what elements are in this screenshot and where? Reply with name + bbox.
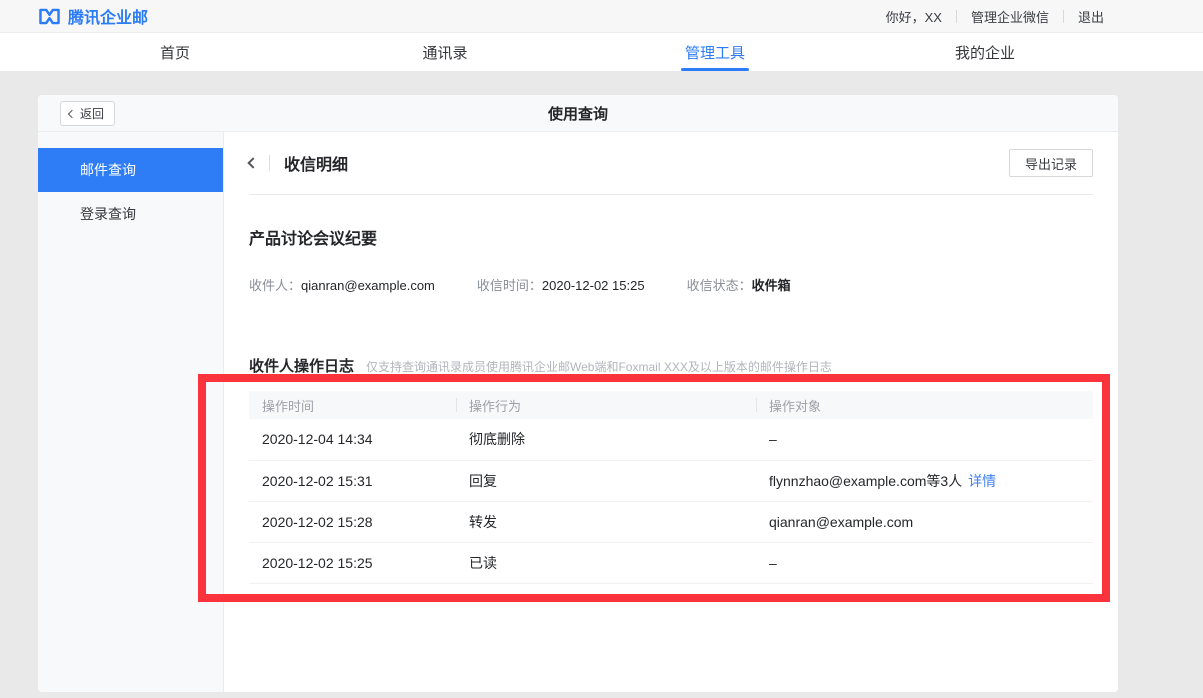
recipient-value: qianran@example.com [301,278,435,293]
detail-link[interactable]: 详情 [968,473,996,489]
page: 腾讯企业邮 你好，XX 管理企业微信 退出 首页 通讯录 管理工具 我的企业 返… [0,0,1203,698]
cell-action: 已读 [456,542,756,583]
tab-home[interactable]: 首页 [40,33,310,71]
back-button-label: 返回 [80,105,104,122]
top-header: 腾讯企业邮 你好，XX 管理企业微信 退出 [0,0,1203,33]
cell-time: 2020-12-02 15:31 [249,460,456,501]
detail-back-button[interactable] [249,159,257,167]
brand-name: 腾讯企业邮 [68,4,148,28]
chevron-left-icon [68,109,76,117]
sidebar: 邮件查询 登录查询 [38,132,224,692]
sidebar-item-login-query[interactable]: 登录查询 [38,192,223,236]
cell-target: – [756,542,1093,583]
receive-status-label: 收信状态： [687,278,752,293]
back-button[interactable]: 返回 [60,101,115,126]
panel-header: 返回 使用查询 [38,95,1118,132]
col-operation-time: 操作时间 [249,391,456,419]
page-title: 使用查询 [38,103,1118,124]
log-section-title: 收件人操作日志 [249,355,354,376]
table-row: 2020-12-04 14:34 彻底删除 – [249,419,1093,460]
receive-status-value: 收件箱 [752,278,791,293]
receive-time-label: 收信时间： [477,278,542,293]
main-nav: 首页 通讯录 管理工具 我的企业 [0,33,1203,72]
log-section-header: 收件人操作日志 仅支持查询通讯录成员使用腾讯企业邮Web端和Foxmail XX… [249,355,1093,376]
cell-target: – [756,419,1093,460]
tab-admin-tools[interactable]: 管理工具 [580,33,850,71]
receive-time-value: 2020-12-02 15:25 [542,278,645,293]
logout-link[interactable]: 退出 [1064,7,1118,26]
detail-title: 收信明细 [284,151,1009,175]
cell-action: 转发 [456,501,756,542]
manage-wechat-link[interactable]: 管理企业微信 [957,7,1063,26]
export-records-button[interactable]: 导出记录 [1009,149,1093,177]
table-row: 2020-12-02 15:31 回复 flynnzhao@example.co… [249,460,1093,501]
detail-header: 收信明细 导出记录 [249,132,1093,195]
log-section-hint: 仅支持查询通讯录成员使用腾讯企业邮Web端和Foxmail XXX及以上版本的邮… [366,358,832,375]
greeting-text: 你好，XX [872,7,956,26]
operation-log-table: 操作时间 操作行为 操作对象 2020-12-04 14:34 彻底删除 – 2… [249,391,1093,584]
table-row: 2020-12-02 15:28 转发 qianran@example.com [249,501,1093,542]
cell-time: 2020-12-04 14:34 [249,419,456,460]
cell-action: 彻底删除 [456,419,756,460]
detail-content: 收信明细 导出记录 产品讨论会议纪要 收件人：qianran@example.c… [224,132,1118,692]
tab-my-company[interactable]: 我的企业 [850,33,1120,71]
cell-action: 回复 [456,460,756,501]
cell-target: qianran@example.com [756,501,1093,542]
table-row: 2020-12-02 15:25 已读 – [249,542,1093,583]
sidebar-item-mail-query[interactable]: 邮件查询 [38,148,223,192]
recipient-label: 收件人： [249,278,301,293]
chevron-left-icon [247,157,258,168]
divider [269,155,270,171]
cell-target: flynnzhao@example.com等3人详情 [756,460,1093,501]
mail-meta: 收件人：qianran@example.com 收信时间：2020-12-02 … [249,275,1093,294]
brand[interactable]: 腾讯企业邮 [38,4,148,28]
exmail-logo-icon [38,7,61,26]
table-header-row: 操作时间 操作行为 操作对象 [249,391,1093,419]
col-operation-target: 操作对象 [756,391,1093,419]
mail-subject: 产品讨论会议纪要 [249,225,1093,249]
cell-time: 2020-12-02 15:28 [249,501,456,542]
tab-contacts[interactable]: 通讯录 [310,33,580,71]
usage-query-panel: 返回 使用查询 邮件查询 登录查询 收信明细 导出记录 产品讨 [38,95,1118,692]
cell-time: 2020-12-02 15:25 [249,542,456,583]
col-operation-action: 操作行为 [456,391,756,419]
